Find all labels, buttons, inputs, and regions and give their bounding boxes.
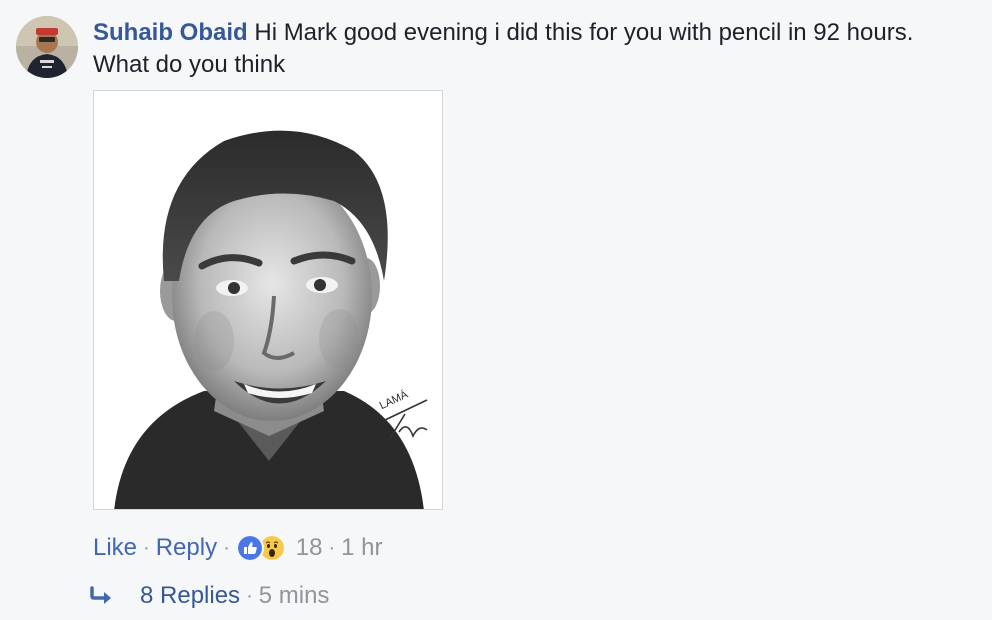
replies-timestamp: 5 mins [258, 582, 330, 609]
reply-button[interactable]: Reply [156, 532, 217, 564]
replies-row: 8 Replies · 5 mins [90, 580, 329, 612]
comment-actions-bar: Like · Reply · 18 · 1 hr [93, 532, 382, 564]
separator-dot: · [328, 537, 336, 559]
comment-timestamp[interactable]: 1 hr [341, 532, 382, 564]
comment-body: Suhaib Obaid Hi Mark good evening i did … [93, 17, 973, 81]
avatar[interactable] [16, 16, 78, 78]
like-reaction-icon [235, 534, 264, 562]
reaction-count: 18 [295, 534, 323, 561]
separator-dot: · [246, 585, 253, 607]
like-button[interactable]: Like [93, 532, 137, 564]
comment-image-attachment[interactable]: LAMÁ [93, 90, 443, 510]
author-name-link[interactable]: Suhaib Obaid [93, 19, 248, 46]
view-replies-link[interactable]: 8 Replies [140, 580, 240, 612]
svg-text:LAMÁ: LAMÁ [377, 387, 410, 412]
reactions-summary[interactable]: 18 [235, 532, 323, 564]
comment-container: Suhaib Obaid Hi Mark good evening i did … [0, 0, 992, 620]
profile-photo-icon [16, 16, 78, 78]
separator-dot: · [143, 537, 150, 559]
reply-arrow-icon [90, 586, 111, 604]
separator-dot: · [223, 537, 230, 559]
artist-signature: LAMÁ [377, 387, 428, 441]
